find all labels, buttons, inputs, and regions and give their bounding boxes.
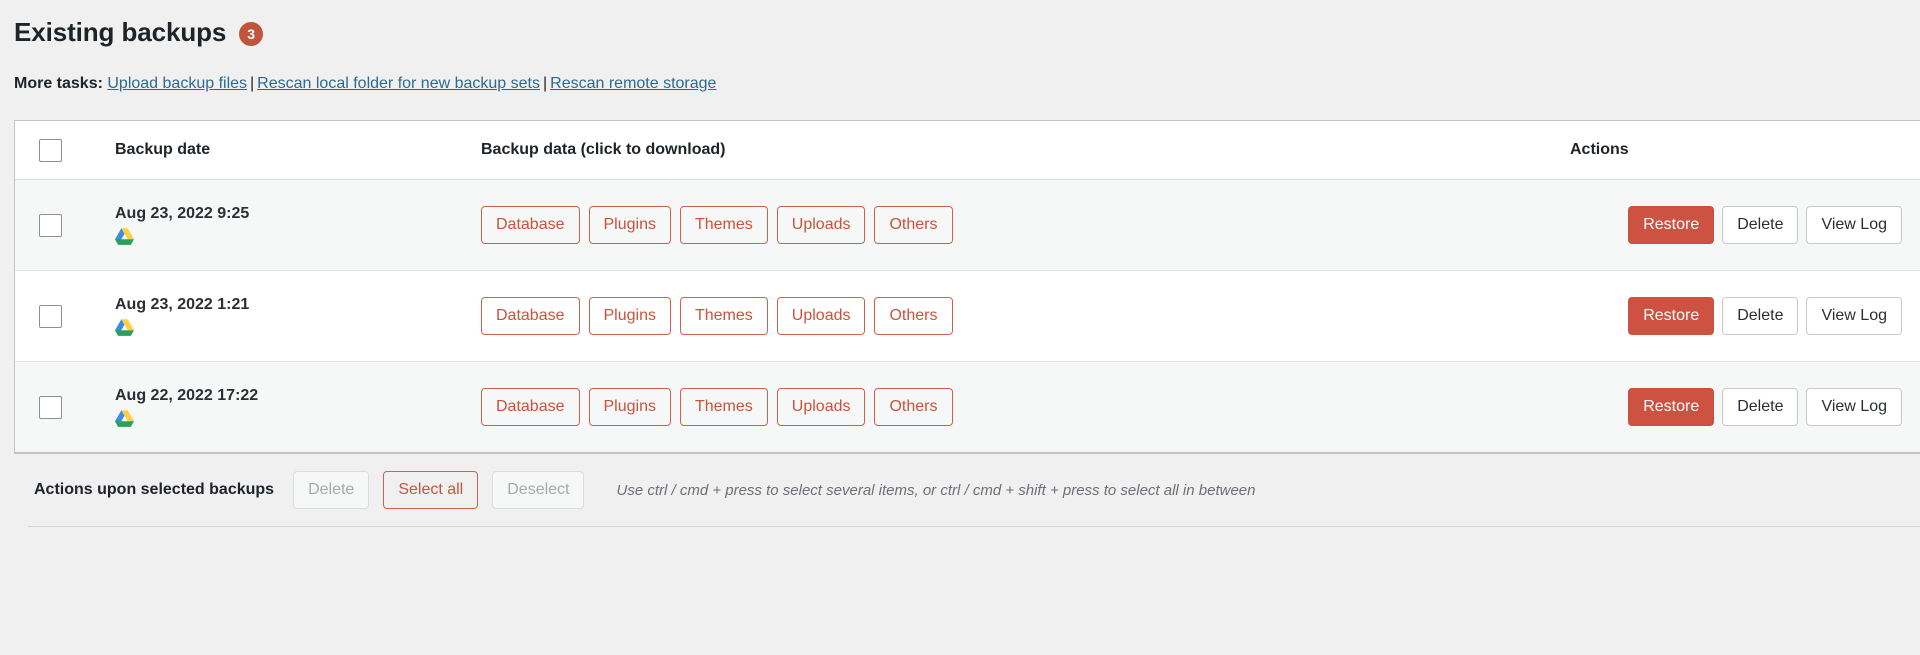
page-header: Existing backups 3 <box>14 0 1920 54</box>
row-data-cell: Database Plugins Themes Uploads Others <box>481 388 1570 427</box>
delete-button[interactable]: Delete <box>1722 297 1799 336</box>
download-plugins-button[interactable]: Plugins <box>588 388 671 427</box>
bulk-actions-bar: Actions upon selected backups Delete Sel… <box>14 454 1920 527</box>
row-select-checkbox[interactable] <box>39 395 62 419</box>
download-plugins-button[interactable]: Plugins <box>588 206 671 245</box>
row-date-cell: Aug 22, 2022 17:22 <box>115 387 481 428</box>
header-backup-date: Backup date <box>115 141 211 159</box>
selection-hint-text: Use ctrl / cmd + press to select several… <box>616 481 1256 499</box>
row-checkbox-cell <box>15 304 115 328</box>
row-actions-cell: Restore Delete View Log <box>1570 297 1920 336</box>
row-data-cell: Database Plugins Themes Uploads Others <box>481 206 1570 245</box>
row-select-checkbox[interactable] <box>39 213 62 237</box>
bulk-delete-button[interactable]: Delete <box>293 471 370 510</box>
row-date-cell: Aug 23, 2022 1:21 <box>115 296 481 337</box>
view-log-button[interactable]: View Log <box>1806 297 1902 336</box>
download-themes-button[interactable]: Themes <box>679 206 768 245</box>
header-actions: Actions <box>1570 141 1629 159</box>
bulk-actions-label: Actions upon selected backups <box>34 481 275 499</box>
download-plugins-button[interactable]: Plugins <box>588 297 671 336</box>
view-log-button[interactable]: View Log <box>1806 388 1902 427</box>
google-drive-icon <box>115 410 481 428</box>
download-uploads-button[interactable]: Uploads <box>776 297 866 336</box>
restore-button[interactable]: Restore <box>1628 388 1715 427</box>
delete-button[interactable]: Delete <box>1722 388 1799 427</box>
download-others-button[interactable]: Others <box>874 206 953 245</box>
download-database-button[interactable]: Database <box>481 206 580 245</box>
row-checkbox-cell <box>15 213 115 237</box>
more-tasks-bar: More tasks: Upload backup files | Rescan l… <box>14 54 1920 95</box>
row-select-checkbox[interactable] <box>39 304 62 328</box>
row-checkbox-cell <box>15 395 115 419</box>
table-row[interactable]: Aug 23, 2022 9:25 Database Plugins Theme… <box>15 180 1920 272</box>
table-row[interactable]: Aug 22, 2022 17:22 Database Plugins Them… <box>15 362 1920 454</box>
rescan-local-folder-link[interactable]: Rescan local folder for new backup sets <box>257 75 540 92</box>
restore-button[interactable]: Restore <box>1628 297 1715 336</box>
download-themes-button[interactable]: Themes <box>679 297 768 336</box>
link-separator-1: | <box>250 75 255 92</box>
backup-date-text: Aug 22, 2022 17:22 <box>115 387 259 405</box>
row-actions-cell: Restore Delete View Log <box>1570 206 1920 245</box>
download-uploads-button[interactable]: Uploads <box>776 388 866 427</box>
backup-date-text: Aug 23, 2022 1:21 <box>115 296 250 314</box>
download-others-button[interactable]: Others <box>874 297 953 336</box>
header-backup-data: Backup data (click to download) <box>481 141 726 159</box>
header-checkbox-cell <box>15 138 115 162</box>
table-row[interactable]: Aug 23, 2022 1:21 Database Plugins Theme… <box>15 271 1920 363</box>
select-all-button[interactable]: Select all <box>383 471 479 510</box>
download-database-button[interactable]: Database <box>481 297 580 336</box>
rescan-remote-storage-link[interactable]: Rescan remote storage <box>550 75 716 92</box>
more-tasks-label: More tasks: <box>14 75 103 92</box>
download-database-button[interactable]: Database <box>481 388 580 427</box>
download-uploads-button[interactable]: Uploads <box>776 206 866 245</box>
backups-page: Existing backups 3 More tasks: Upload ba… <box>0 0 1920 528</box>
table-header-row: Backup date Backup data (click to downlo… <box>15 121 1920 181</box>
backup-date-text: Aug 23, 2022 9:25 <box>115 205 250 223</box>
row-data-cell: Database Plugins Themes Uploads Others <box>481 297 1570 336</box>
link-separator-2: | <box>542 75 548 92</box>
google-drive-icon <box>115 228 481 246</box>
download-themes-button[interactable]: Themes <box>679 388 768 427</box>
download-others-button[interactable]: Others <box>874 388 953 427</box>
delete-button[interactable]: Delete <box>1722 206 1799 245</box>
backup-count-badge: 3 <box>239 22 264 46</box>
backups-table: Backup date Backup data (click to downlo… <box>14 120 1920 455</box>
google-drive-icon <box>115 319 481 337</box>
select-all-checkbox[interactable] <box>39 138 62 162</box>
row-actions-cell: Restore Delete View Log <box>1570 388 1920 427</box>
row-date-cell: Aug 23, 2022 9:25 <box>115 205 481 246</box>
deselect-button[interactable]: Deselect <box>492 471 585 510</box>
upload-backup-files-link[interactable]: Upload backup files <box>107 75 247 92</box>
view-log-button[interactable]: View Log <box>1806 206 1902 245</box>
page-title: Existing backups <box>14 17 227 48</box>
bottom-divider <box>28 526 1920 528</box>
restore-button[interactable]: Restore <box>1628 206 1715 245</box>
